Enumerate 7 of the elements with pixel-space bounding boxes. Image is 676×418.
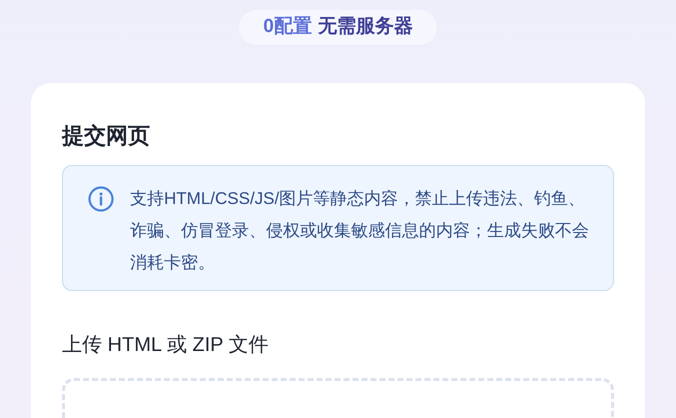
upload-dropzone[interactable] — [62, 378, 614, 418]
badge-text: 无需服务器 — [318, 15, 413, 40]
info-icon — [87, 185, 115, 213]
upload-label: 上传 HTML 或 ZIP 文件 — [62, 333, 270, 358]
badge-highlight: 0配置 — [263, 15, 312, 40]
notice-text: 支持HTML/CSS/JS/图片等静态内容，禁止上传违法、钓鱼、诈骗、仿冒登录、侵权或收集敏感信息的内容；生成失败不会消耗卡密。 — [130, 188, 590, 274]
card-title: 提交网页 — [62, 122, 151, 150]
